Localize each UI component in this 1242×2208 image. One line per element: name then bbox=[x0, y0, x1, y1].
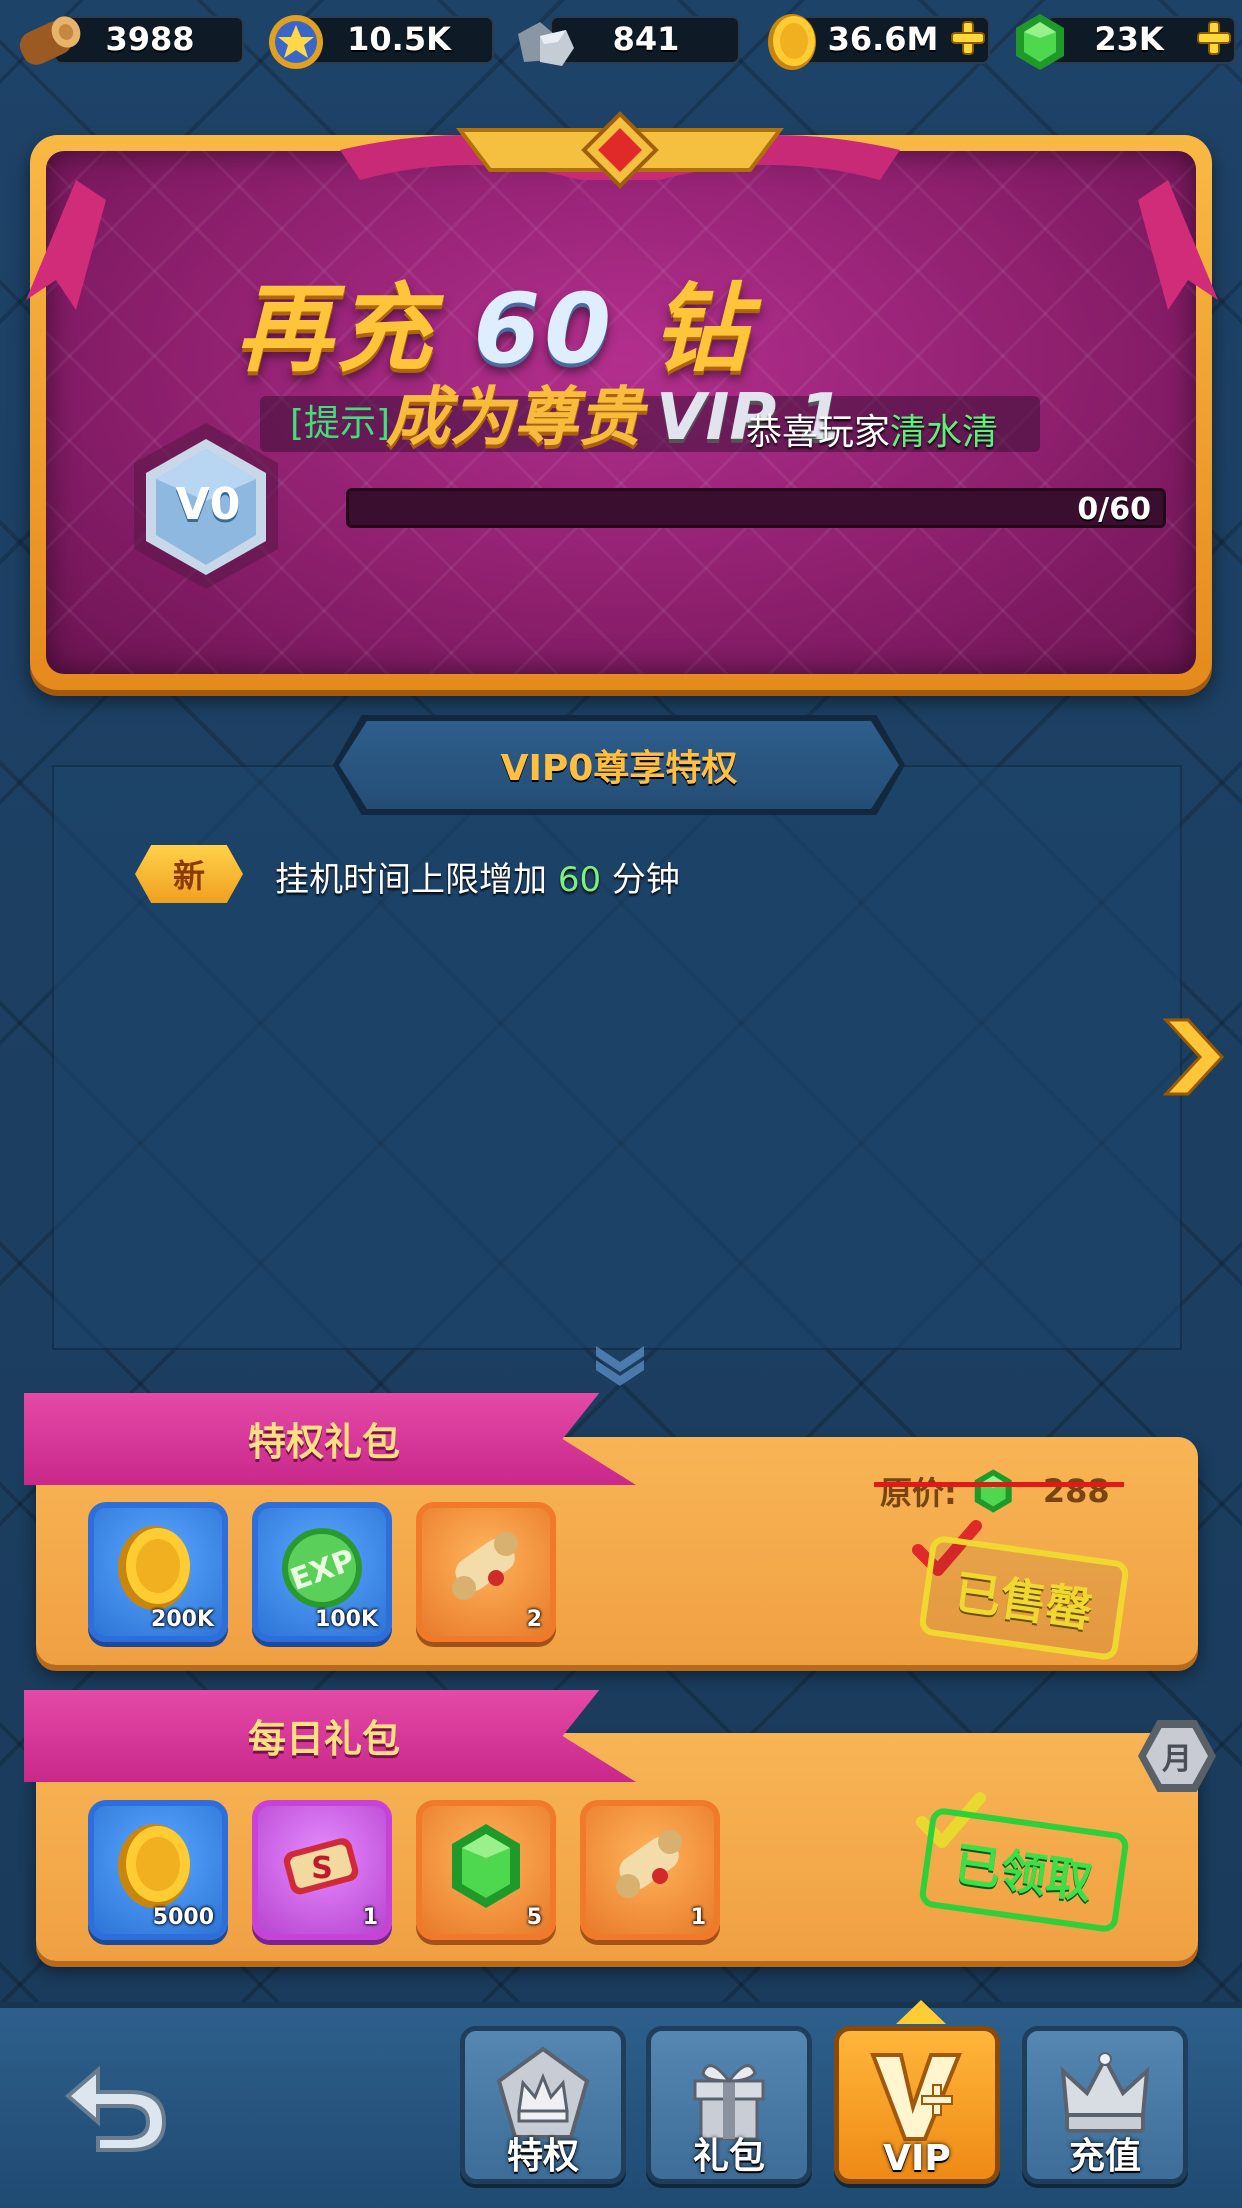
privilege-package-title: 特权礼包 bbox=[247, 1420, 400, 1464]
item-count: 200K bbox=[151, 1607, 214, 1632]
gold-coin-icon bbox=[118, 1824, 190, 1908]
next-level-arrow-icon[interactable] bbox=[1158, 1012, 1228, 1102]
vip-progress-bar: 0/60 bbox=[346, 488, 1166, 528]
item-count: 1 bbox=[362, 1905, 378, 1930]
ticker-tag: [提示] bbox=[290, 403, 391, 444]
tab-gift[interactable]: 礼包 bbox=[646, 2026, 812, 2184]
resource-value: 3988 bbox=[105, 20, 195, 58]
item-count: 5 bbox=[526, 1905, 542, 1930]
item-slot[interactable]: 1 bbox=[580, 1800, 720, 1940]
scroll-icon bbox=[616, 1830, 682, 1898]
item-count: 100K bbox=[315, 1607, 378, 1632]
original-price-label: 原价: bbox=[880, 1474, 957, 1512]
vip-banner-inner: 再充 60 钻 [提示] 成为尊贵 VIP 1 恭喜玩家清水清 V0 0/60 bbox=[46, 151, 1196, 674]
item-slot[interactable]: 5 bbox=[416, 1800, 556, 1940]
tab-label: 特权 bbox=[506, 2136, 579, 2177]
privilege-line-suffix: 分钟 bbox=[601, 860, 680, 900]
item-slot[interactable]: S 1 bbox=[252, 1800, 392, 1940]
item-count: 5000 bbox=[152, 1905, 214, 1930]
vip-progress-text: 0/60 bbox=[1077, 492, 1151, 527]
ticker-message-text: 恭喜玩家 bbox=[746, 412, 891, 453]
resource-value: 10.5K bbox=[347, 20, 451, 58]
item-slot[interactable]: 5000 bbox=[88, 1800, 228, 1940]
privilege-header: VIP0尊享特权 bbox=[333, 715, 905, 815]
daily-package-title: 每日礼包 bbox=[247, 1717, 400, 1761]
tab-privilege[interactable]: 特权 bbox=[460, 2026, 626, 2184]
scroll-icon bbox=[452, 1532, 518, 1600]
item-slot[interactable]: 2 bbox=[416, 1502, 556, 1642]
tab-label: 礼包 bbox=[692, 2136, 765, 2177]
vip-v-icon bbox=[870, 2053, 962, 2141]
item-count: 2 bbox=[526, 1607, 542, 1632]
resource-iron: 841 bbox=[510, 12, 740, 68]
banner-ornament bbox=[340, 111, 900, 189]
vip-level-label: V0 bbox=[175, 479, 241, 530]
price-strikethrough bbox=[874, 1482, 1124, 1487]
privilege-header-title: VIP0尊享特权 bbox=[339, 721, 899, 809]
new-badge: 新 bbox=[135, 845, 243, 903]
privilege-line-prefix: 挂机时间上限增加 bbox=[275, 860, 558, 900]
ticker-message: 恭喜玩家清水清 bbox=[746, 403, 998, 455]
resource-gold: 36.6M bbox=[760, 12, 990, 70]
back-arrow-icon[interactable] bbox=[58, 2050, 178, 2160]
daily-package-tab: 每日礼包 bbox=[24, 1690, 636, 1782]
ribbon-left-icon bbox=[26, 180, 106, 310]
resource-wood: 3988 bbox=[14, 12, 244, 68]
monthly-badge-label: 月 bbox=[1146, 1728, 1208, 1784]
resource-value: 36.6M bbox=[827, 20, 939, 58]
green-gem-icon bbox=[974, 1469, 1012, 1513]
vip-banner: 再充 60 钻 [提示] 成为尊贵 VIP 1 恭喜玩家清水清 V0 0/60 bbox=[30, 135, 1212, 690]
original-price-value: 288 bbox=[1042, 1472, 1110, 1510]
item-count: 1 bbox=[690, 1905, 706, 1930]
exp-orb-icon: EXP bbox=[282, 1528, 362, 1608]
resource-gem: 23K bbox=[1006, 12, 1236, 70]
ribbon-right-icon bbox=[1138, 180, 1218, 310]
privilege-line-value: 60 bbox=[557, 860, 602, 900]
original-price: 原价: 288 bbox=[874, 1464, 1124, 1518]
item-slot[interactable]: 200K bbox=[88, 1502, 228, 1642]
svg-text:S: S bbox=[311, 1851, 333, 1886]
gold-coin-icon bbox=[118, 1526, 190, 1610]
tab-label: VIP bbox=[883, 2138, 951, 2179]
resource-value: 23K bbox=[1094, 20, 1164, 58]
tab-label: 充值 bbox=[1068, 2136, 1141, 2177]
resource-value: 841 bbox=[612, 20, 680, 58]
ticker-player-name: 清水清 bbox=[890, 412, 999, 453]
magic-scroll-icon: S bbox=[283, 1838, 359, 1895]
tab-recharge[interactable]: 充值 bbox=[1022, 2026, 1188, 2184]
add-gem-button[interactable] bbox=[1194, 18, 1234, 58]
green-gem-icon bbox=[452, 1824, 520, 1908]
resource-medal: 10.5K bbox=[262, 12, 494, 69]
privilege-line: 挂机时间上限增加 60 分钟 bbox=[275, 852, 680, 901]
scroll-down-icon[interactable] bbox=[588, 1340, 652, 1390]
tab-vip[interactable]: VIP bbox=[834, 2026, 1000, 2184]
privilege-package-tab: 特权礼包 bbox=[24, 1393, 636, 1485]
banner-subtitle-text: 成为尊贵 bbox=[386, 381, 642, 455]
item-slot[interactable]: EXP 100K bbox=[252, 1502, 392, 1642]
add-gold-button[interactable] bbox=[948, 18, 988, 58]
